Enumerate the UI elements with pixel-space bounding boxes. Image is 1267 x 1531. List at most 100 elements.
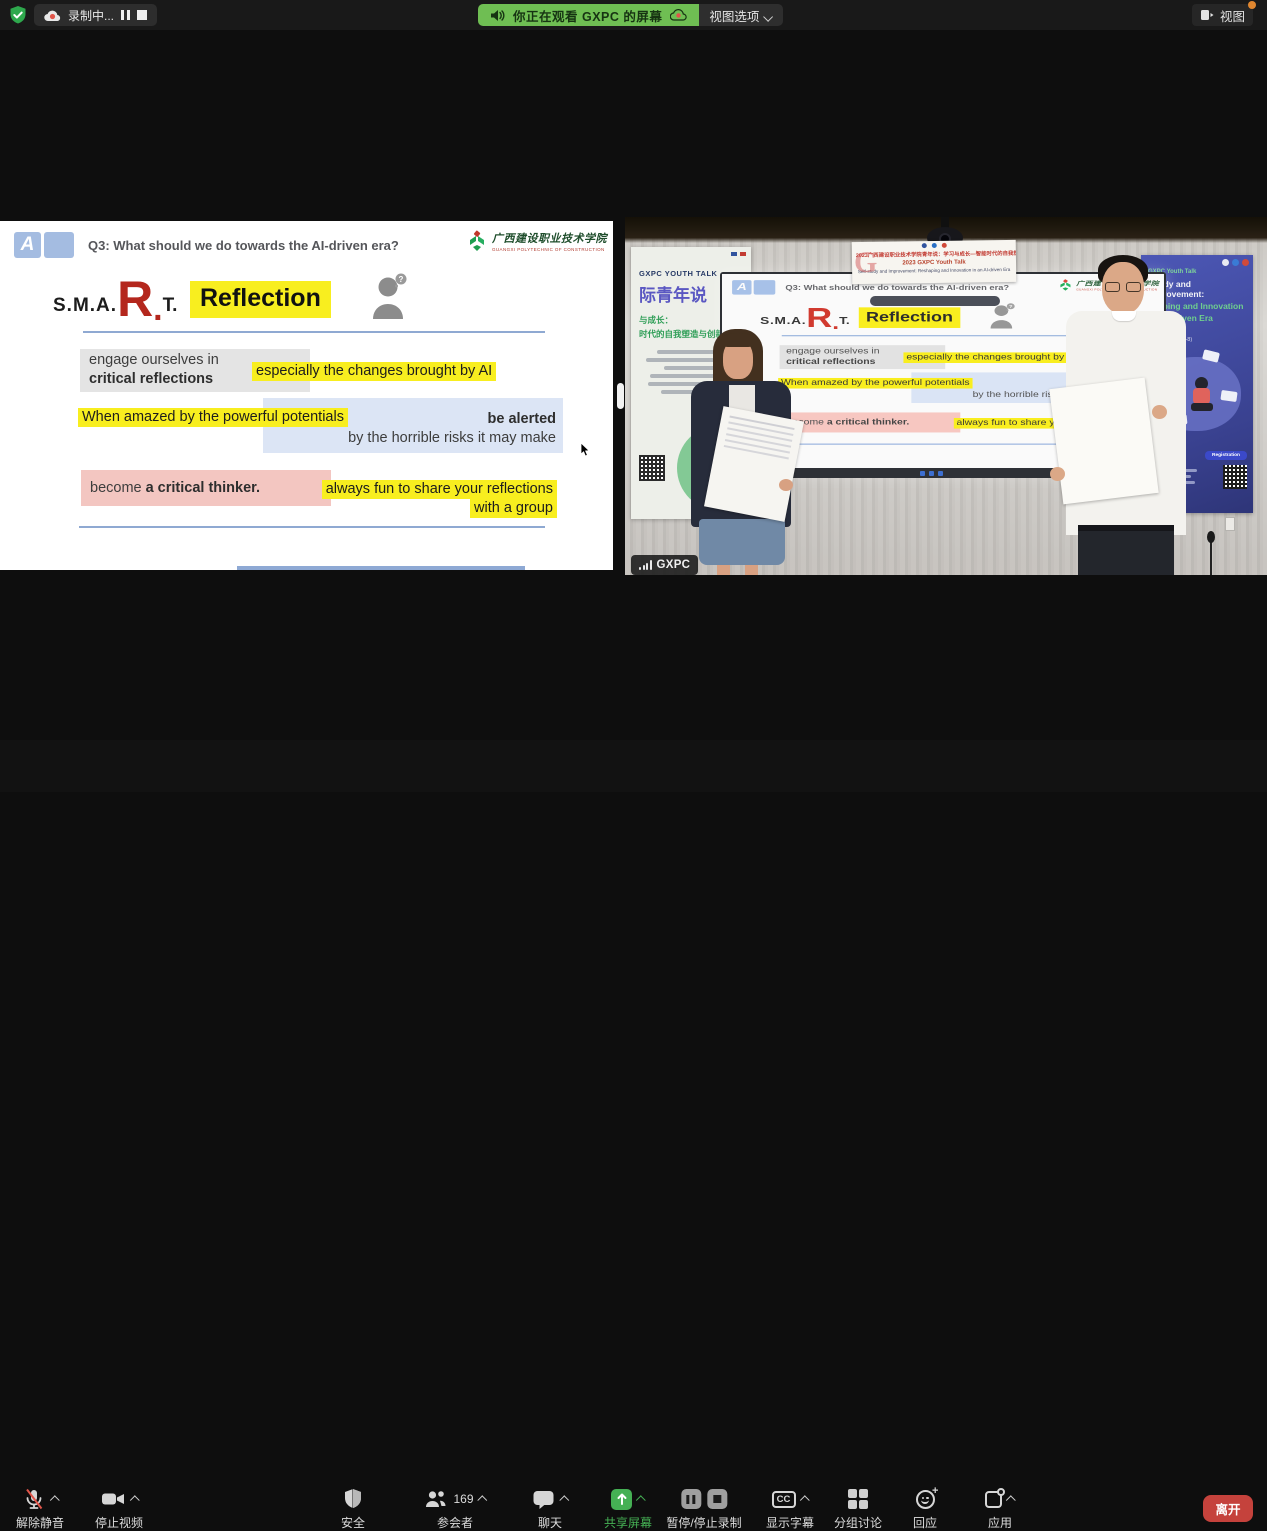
qr-code — [1223, 465, 1247, 489]
event-banner: G 2023广西建设职业技术学院青年说：学习与成长—智能时代的自我塑造与创新 2… — [852, 240, 1017, 284]
school-name: 广西建设职业技术学院 — [492, 230, 607, 246]
pause-recording-icon[interactable] — [681, 1489, 701, 1509]
be-alerted-text: be alerted — [488, 411, 557, 427]
presenter-male — [1040, 255, 1205, 575]
audio-options-chevron[interactable] — [49, 1495, 59, 1505]
highlight-with-group: with a group — [470, 499, 557, 518]
slide-question: Q3: What should we do towards the AI-dri… — [88, 238, 399, 253]
school-subtitle: GUANGXI POLYTECHNIC OF CONSTRUCTION — [492, 247, 607, 252]
watching-text: 你正在观看 GXPC 的屏幕 — [513, 6, 662, 25]
slide-title: S.M.A.R.T. — [760, 302, 850, 329]
participants-chevron[interactable] — [477, 1495, 487, 1505]
participant-name-label: GXPC — [631, 555, 698, 575]
share-screen-button[interactable]: 共享屏幕 — [604, 1487, 652, 1531]
captions-button[interactable]: CC 显示字幕 — [766, 1487, 814, 1531]
chevron-down-icon — [764, 11, 774, 21]
divider-line — [79, 526, 545, 528]
pause-recording-icon[interactable] — [121, 10, 130, 20]
chat-options-chevron[interactable] — [559, 1495, 569, 1505]
notification-dot — [1248, 1, 1256, 9]
unmute-button[interactable]: 解除静音 — [16, 1487, 64, 1531]
apps-chevron[interactable] — [1006, 1495, 1016, 1505]
apps-icon — [985, 1491, 1002, 1508]
script-papers — [1049, 378, 1158, 505]
participants-button[interactable]: 169 参会者 — [423, 1487, 486, 1531]
breakout-grid-icon — [848, 1489, 868, 1509]
cc-icon: CC — [771, 1491, 795, 1508]
wall-outlet — [1225, 517, 1235, 531]
recording-indicator: 录制中... — [34, 4, 157, 26]
recording-label: 录制中... — [68, 7, 114, 24]
meeting-window: 录制中... 你正在观看 GXPC 的屏幕 视图选项 — [0, 0, 1267, 792]
shared-screen-pane: A Q3: What should we do towards the AI-d… — [0, 221, 613, 570]
view-button[interactable]: 视图 — [1192, 4, 1253, 26]
shield-icon — [342, 1487, 364, 1511]
meeting-toolbar: 解除静音 停止视频 安全 — [0, 740, 1267, 792]
participants-count: 169 — [453, 1492, 473, 1506]
mouse-cursor — [580, 443, 592, 462]
registration-button: Registration — [1205, 451, 1247, 460]
svg-text:?: ? — [1009, 304, 1013, 309]
thinking-person-icon: ? — [988, 303, 1018, 331]
camera-icon — [99, 1487, 125, 1511]
stop-recording-icon[interactable] — [137, 10, 147, 20]
slide-ai-logo: A — [732, 280, 775, 294]
slide-content: A Q3: What should we do towards the AI-d… — [0, 221, 613, 570]
cloud-recording-icon — [44, 9, 61, 21]
chat-button[interactable]: 聊天 — [532, 1487, 569, 1531]
slide-block-thinker: become a critical thinker. — [81, 470, 331, 506]
banner-title-cn: 2023广西建设职业技术学院青年说：学习与成长—智能时代的自我塑造与创新 — [856, 249, 1012, 259]
speaker-video-feed: GXPC YOUTH TALK 际青年说 与成长： 时代的自我塑造与创新 GXP… — [625, 217, 1267, 575]
slide-title: S.M.A.R.T. — [53, 271, 177, 319]
pane-resize-handle[interactable] — [617, 383, 624, 409]
share-options-chevron[interactable] — [636, 1495, 646, 1505]
school-emblem-icon — [467, 230, 487, 254]
breakout-rooms-button[interactable]: 分组讨论 — [834, 1487, 882, 1531]
stop-recording-icon[interactable] — [707, 1489, 727, 1509]
reactions-button[interactable]: + 回应 — [913, 1487, 937, 1531]
encryption-shield-icon — [8, 5, 28, 25]
divider-line — [83, 331, 545, 333]
thinking-person-icon: ? — [370, 273, 412, 324]
watching-screen-banner: 你正在观看 GXPC 的屏幕 视图选项 — [478, 4, 783, 26]
view-options-button[interactable]: 视图选项 — [699, 4, 783, 26]
projection-overlay-pill — [870, 296, 1000, 306]
security-button[interactable]: 安全 — [341, 1487, 365, 1531]
video-options-chevron[interactable] — [129, 1495, 139, 1505]
slide-title-highlight: Reflection — [190, 281, 331, 318]
view-layout-icon — [1200, 9, 1214, 21]
qr-code — [639, 455, 665, 481]
slide-question: Q3: What should we do towards the AI-dri… — [785, 283, 1009, 291]
school-logo: 广西建设职业技术学院 GUANGXI POLYTECHNIC OF CONSTR… — [467, 230, 607, 254]
microphone — [1210, 539, 1212, 575]
presenter-female — [683, 329, 803, 575]
signal-bars-icon — [639, 560, 652, 570]
share-screen-icon — [611, 1489, 632, 1510]
captions-chevron[interactable] — [799, 1495, 809, 1505]
muted-mic-icon — [21, 1487, 45, 1511]
top-bar: 录制中... 你正在观看 GXPC 的屏幕 视图选项 — [0, 0, 1267, 30]
pause-stop-recording-button[interactable]: 暂停/停止录制 — [666, 1487, 741, 1531]
highlight-changes-ai: especially the changes brought by AI — [252, 362, 496, 381]
slide-title-highlight: Reflection — [859, 307, 960, 328]
banner-subtitle: Self-study and Improvement: Reshaping an… — [856, 267, 1012, 274]
highlight-amazed: When amazed by the powerful potentials — [78, 408, 348, 427]
cloud-recording-badge-icon — [670, 9, 687, 21]
participant-name: GXPC — [657, 559, 691, 571]
horrible-risks-text: by the horrible risks it may make — [348, 430, 556, 446]
slide-ai-logo: A — [14, 232, 74, 258]
chat-bubble-icon — [532, 1487, 556, 1511]
next-element-edge — [237, 566, 525, 570]
apps-button[interactable]: 应用 — [985, 1487, 1015, 1531]
highlight-share-reflections: always fun to share your reflections — [322, 480, 557, 499]
highlight-amazed: When amazed by the powerful potentials — [778, 378, 972, 389]
participants-icon — [423, 1488, 447, 1510]
slide-block-thinker: become a critical thinker. — [780, 412, 960, 432]
leave-meeting-button[interactable]: 离开 — [1203, 1495, 1253, 1522]
speaker-icon — [490, 9, 505, 22]
stop-video-button[interactable]: 停止视频 — [95, 1487, 143, 1531]
svg-text:?: ? — [399, 275, 404, 284]
reaction-smiley-icon: + — [915, 1490, 934, 1509]
watching-screen-message: 你正在观看 GXPC 的屏幕 — [478, 4, 699, 26]
banner-title-en: 2023 GXPC Youth Talk — [856, 259, 1012, 267]
